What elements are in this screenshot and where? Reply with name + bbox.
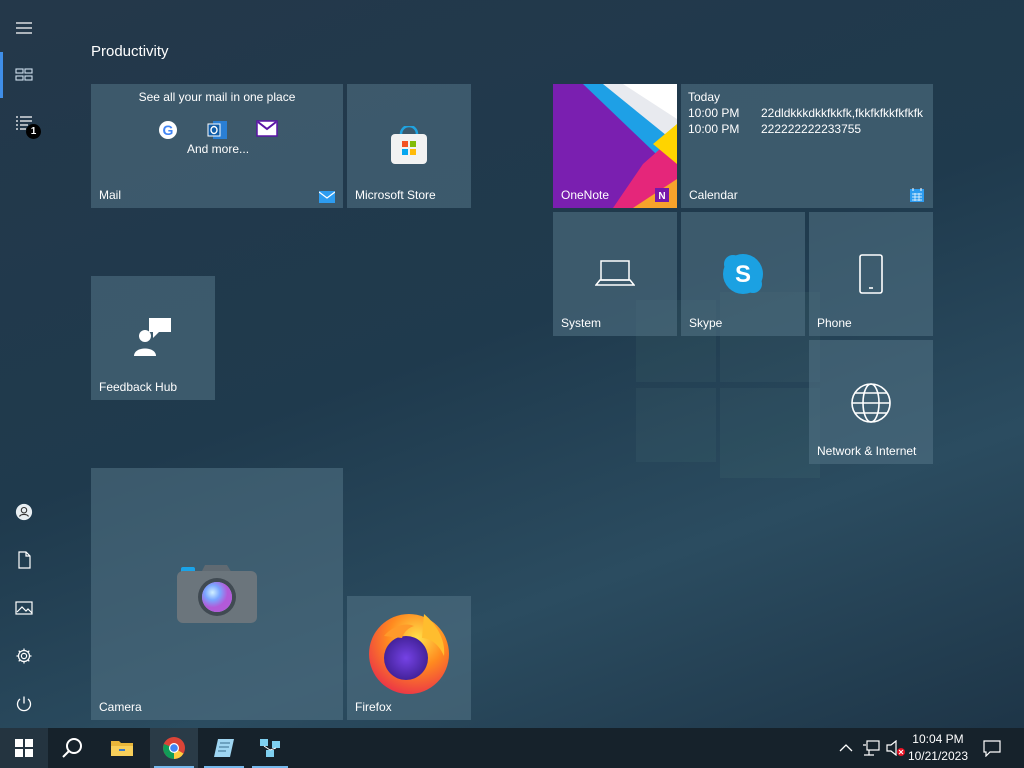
start-icon <box>15 739 33 757</box>
svg-text:N: N <box>658 191 665 202</box>
outlook-icon <box>207 119 229 141</box>
phone-icon <box>858 253 884 295</box>
feedback-label: Feedback Hub <box>99 380 178 394</box>
taskbar: 10:04 PM 10/21/2023 <box>0 728 1024 768</box>
pictures-icon[interactable] <box>0 584 48 632</box>
mail-badge-icon <box>318 190 336 203</box>
camera-label: Camera <box>99 700 142 714</box>
calendar-event-time: 10:00 PM <box>688 122 740 136</box>
start-rail: 1 <box>0 0 48 728</box>
skype-label: Skype <box>689 316 723 330</box>
file-explorer-button[interactable] <box>98 728 146 768</box>
camera-icon <box>177 561 257 625</box>
yahoo-mail-icon <box>256 120 278 138</box>
globe-icon <box>850 382 892 424</box>
mail-tile[interactable]: See all your mail in one place G And mor… <box>91 84 343 208</box>
chevron-up-icon <box>839 744 853 752</box>
clock-date: 10/21/2023 <box>907 749 968 763</box>
firefox-tile[interactable]: Firefox <box>347 596 471 720</box>
chrome-icon <box>163 737 185 759</box>
network-app-button[interactable] <box>248 728 292 768</box>
svg-text:G: G <box>163 122 174 138</box>
user-icon[interactable] <box>0 488 48 536</box>
system-tile[interactable]: System <box>553 212 677 336</box>
system-label: System <box>561 316 602 330</box>
skype-tile[interactable]: S Skype <box>681 212 805 336</box>
search-icon <box>62 738 82 758</box>
network-app-icon <box>260 739 280 757</box>
phone-label: Phone <box>817 316 852 330</box>
volume-muted-icon <box>886 740 905 756</box>
feedback-hub-tile[interactable]: Feedback Hub <box>91 276 215 400</box>
power-icon[interactable] <box>0 680 48 728</box>
store-label: Microsoft Store <box>355 188 436 202</box>
notepad-button[interactable] <box>200 728 248 768</box>
file-explorer-icon <box>111 741 133 756</box>
network-internet-tile[interactable]: Network & Internet <box>809 340 933 464</box>
camera-tile[interactable]: Camera <box>91 468 343 720</box>
calendar-tile[interactable]: Today 10:00 PM 22dldkkkdkkfkkfk,fkkfkfkk… <box>681 84 933 208</box>
firefox-label: Firefox <box>355 700 392 714</box>
phone-tile[interactable]: Phone <box>809 212 933 336</box>
volume-button[interactable] <box>884 728 908 768</box>
hamburger-menu-icon[interactable] <box>0 4 48 52</box>
notification-badge: 1 <box>26 124 41 139</box>
onenote-tile[interactable]: OneNote N <box>553 84 677 208</box>
laptop-icon <box>594 258 636 288</box>
google-icon: G <box>158 120 178 140</box>
start-button[interactable] <box>0 728 48 768</box>
calendar-event-title: 222222222233755 <box>761 122 862 136</box>
network-label: Network & Internet <box>817 444 917 458</box>
action-center-icon <box>983 740 1001 757</box>
calendar-event-time: 10:00 PM <box>688 106 740 120</box>
calendar-today: Today <box>688 90 721 104</box>
network-status-icon <box>863 740 880 756</box>
search-button[interactable] <box>48 728 96 768</box>
group-title: Productivity <box>91 43 169 60</box>
settings-icon[interactable] <box>0 632 48 680</box>
chrome-button[interactable] <box>150 728 198 768</box>
calendar-label: Calendar <box>689 188 738 202</box>
feedback-icon <box>133 316 173 358</box>
skype-icon: S <box>721 252 765 296</box>
notepad-icon <box>214 739 234 757</box>
calendar-event-title: 22dldkkkdkkfkkfk,fkkfkfkkfkfkfk <box>761 106 924 120</box>
svg-text:S: S <box>735 261 751 288</box>
onenote-badge-icon: N <box>655 188 669 202</box>
onenote-label: OneNote <box>561 188 610 202</box>
show-hidden-icons-button[interactable] <box>836 728 856 768</box>
firefox-icon <box>364 606 454 696</box>
all-apps-icon[interactable] <box>0 51 48 99</box>
taskbar-clock[interactable]: 10:04 PM 10/21/2023 <box>908 731 968 765</box>
mail-headline: See all your mail in one place <box>138 90 296 104</box>
calendar-badge-icon <box>910 188 924 202</box>
clock-time: 10:04 PM <box>912 732 964 746</box>
action-center-button[interactable] <box>976 728 1008 768</box>
mail-more-text: And more... <box>187 142 250 156</box>
network-status-button[interactable] <box>860 728 882 768</box>
microsoft-store-tile[interactable]: Microsoft Store <box>347 84 471 208</box>
documents-icon[interactable] <box>0 536 48 584</box>
recent-list-icon[interactable] <box>0 99 48 147</box>
mail-label: Mail <box>99 188 122 202</box>
store-bag-icon <box>389 124 429 166</box>
